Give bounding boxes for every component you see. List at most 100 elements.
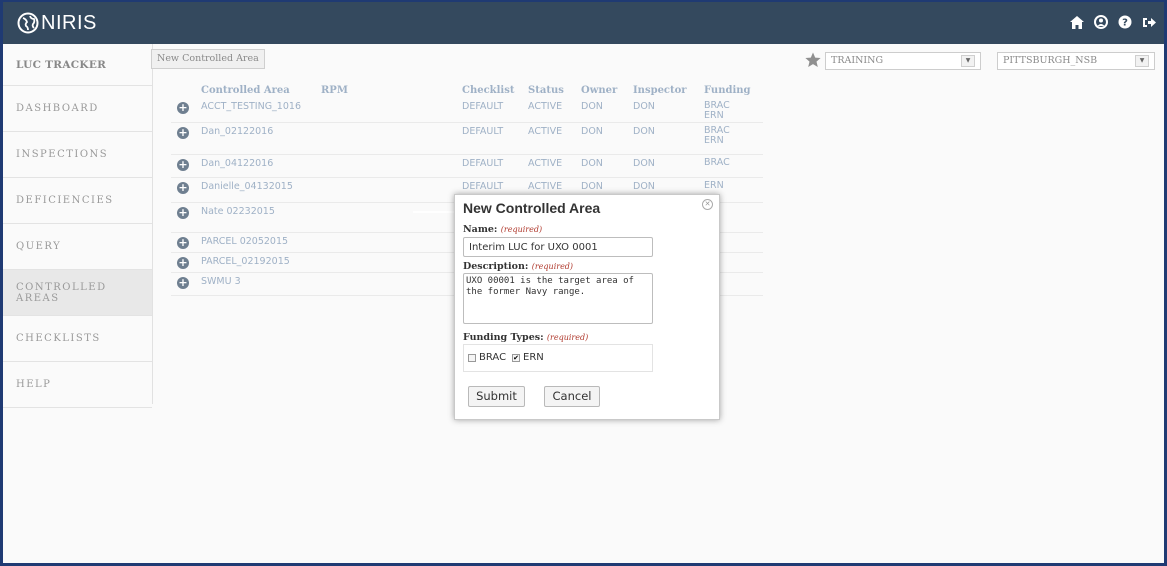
- chevron-down-icon[interactable]: ▼: [961, 55, 975, 67]
- globe-icon: [17, 12, 39, 34]
- name-required-note: (required): [500, 225, 543, 234]
- sidebar-item-query[interactable]: QUERY: [3, 224, 152, 270]
- logout-icon[interactable]: [1141, 14, 1157, 30]
- submit-button[interactable]: Submit: [468, 386, 525, 407]
- funding-required-note: (required): [546, 333, 589, 342]
- funding-value: ERN: [704, 180, 724, 191]
- description-required-note: (required): [531, 262, 574, 271]
- cell-controlled-area[interactable]: Danielle_04132015: [201, 181, 293, 192]
- cell-inspector: DON: [633, 158, 655, 169]
- name-input[interactable]: [463, 237, 653, 257]
- app-frame: NIRIS ? LUC TRACKER DASHBOARD INSPECTION…: [0, 0, 1167, 566]
- cell-funding: BRAC ERN: [704, 126, 730, 146]
- overlay-artifact: [413, 211, 455, 213]
- funding-types-label: Funding Types: (required): [463, 332, 588, 343]
- svg-text:?: ?: [1122, 18, 1128, 29]
- expand-plus-icon[interactable]: +: [177, 237, 189, 249]
- cell-inspector: DON: [633, 181, 655, 192]
- cell-checklist: DEFAULT: [462, 101, 504, 112]
- col-funding[interactable]: Funding: [704, 85, 751, 96]
- cell-controlled-area[interactable]: SWMU 3: [201, 276, 241, 287]
- col-owner[interactable]: Owner: [581, 85, 617, 96]
- program-select-value: TRAINING: [831, 55, 884, 66]
- favorite-star-icon[interactable]: [805, 52, 821, 68]
- name-label-text: Name:: [463, 224, 498, 235]
- col-rpm[interactable]: RPM: [321, 85, 348, 96]
- cell-checklist: DEFAULT: [462, 181, 504, 192]
- cell-controlled-area[interactable]: PARCEL 02052015: [201, 236, 288, 247]
- funding-types-group: BRAC ✔ ERN: [463, 344, 653, 372]
- new-controlled-area-button[interactable]: New Controlled Area: [151, 49, 265, 69]
- ern-checkbox[interactable]: ✔: [512, 354, 520, 362]
- cell-inspector: DON: [633, 101, 655, 112]
- cell-controlled-area[interactable]: Dan_04122016: [201, 158, 273, 169]
- app-title: NIRIS: [41, 11, 97, 34]
- description-label: Description: (required): [463, 261, 573, 272]
- cell-owner: DON: [581, 126, 603, 137]
- cell-funding: ERN: [704, 181, 724, 191]
- sidebar-title[interactable]: LUC TRACKER: [3, 44, 152, 86]
- cell-funding: BRAC ERN: [704, 101, 730, 121]
- expand-plus-icon[interactable]: +: [177, 102, 189, 114]
- expand-plus-icon[interactable]: +: [177, 277, 189, 289]
- user-icon[interactable]: [1093, 14, 1109, 30]
- sidebar-item-help[interactable]: HELP: [3, 362, 152, 408]
- site-select-value: PITTSBURGH_NSB: [1003, 55, 1098, 66]
- funding-types-label-text: Funding Types:: [463, 332, 544, 343]
- sidebar-item-checklists[interactable]: CHECKLISTS: [3, 316, 152, 362]
- cell-checklist: DEFAULT: [462, 126, 504, 137]
- description-label-text: Description:: [463, 261, 529, 272]
- funding-value: BRAC: [704, 157, 730, 168]
- cell-status: ACTIVE: [528, 181, 563, 192]
- brac-label[interactable]: BRAC: [479, 352, 506, 363]
- help-icon[interactable]: ?: [1117, 14, 1133, 30]
- sidebar-item-deficiencies[interactable]: DEFICIENCIES: [3, 178, 152, 224]
- expand-plus-icon[interactable]: +: [177, 207, 189, 219]
- sidebar: LUC TRACKER DASHBOARD INSPECTIONS DEFICI…: [3, 44, 153, 408]
- cancel-button[interactable]: Cancel: [544, 386, 600, 407]
- name-label: Name: (required): [463, 224, 542, 235]
- brac-checkbox[interactable]: [468, 354, 476, 362]
- col-inspector[interactable]: Inspector: [633, 85, 687, 96]
- cell-controlled-area[interactable]: Nate 02232015: [201, 206, 275, 217]
- top-bar: NIRIS ?: [3, 0, 1164, 44]
- table-row[interactable]: + Dan_02122016 DEFAULT ACTIVE DON DON BRAC ERN: [171, 123, 763, 155]
- app-logo[interactable]: NIRIS: [17, 8, 97, 38]
- cell-owner: DON: [581, 181, 603, 192]
- ern-label[interactable]: ERN: [523, 352, 544, 363]
- expand-plus-icon[interactable]: +: [177, 257, 189, 269]
- col-status[interactable]: Status: [528, 85, 564, 96]
- cell-inspector: DON: [633, 126, 655, 137]
- table-row[interactable]: + Dan_04122016 DEFAULT ACTIVE DON DON BRAC: [171, 155, 763, 178]
- expand-plus-icon[interactable]: +: [177, 127, 189, 139]
- col-checklist[interactable]: Checklist: [462, 85, 514, 96]
- cell-owner: DON: [581, 158, 603, 169]
- home-icon[interactable]: [1069, 14, 1085, 30]
- description-input[interactable]: [463, 273, 653, 324]
- sidebar-item-controlled-areas[interactable]: CONTROLLED AREAS: [3, 270, 152, 316]
- cell-controlled-area[interactable]: ACCT_TESTING_1016: [201, 101, 301, 112]
- site-select[interactable]: PITTSBURGH_NSB ▼: [997, 52, 1155, 70]
- cell-status: ACTIVE: [528, 126, 563, 137]
- expand-plus-icon[interactable]: +: [177, 182, 189, 194]
- table-row[interactable]: + ACCT_TESTING_1016 DEFAULT ACTIVE DON DON BRA…: [171, 98, 763, 123]
- col-controlled-area[interactable]: Controlled Area: [201, 85, 290, 96]
- sidebar-item-dashboard[interactable]: DASHBOARD: [3, 86, 152, 132]
- cell-checklist: DEFAULT: [462, 158, 504, 169]
- cell-status: ACTIVE: [528, 158, 563, 169]
- funding-value-secondary: ERN: [704, 135, 724, 146]
- funding-value-secondary: ERN: [704, 110, 724, 121]
- top-icons: ?: [1069, 14, 1157, 30]
- cell-funding: BRAC: [704, 158, 730, 168]
- cell-status: ACTIVE: [528, 101, 563, 112]
- cell-owner: DON: [581, 101, 603, 112]
- cell-controlled-area[interactable]: Dan_02122016: [201, 126, 273, 137]
- chevron-down-icon[interactable]: ▼: [1135, 55, 1149, 67]
- sidebar-item-inspections[interactable]: INSPECTIONS: [3, 132, 152, 178]
- dialog-title: New Controlled Area: [463, 200, 601, 216]
- expand-plus-icon[interactable]: +: [177, 159, 189, 171]
- program-select[interactable]: TRAINING ▼: [825, 52, 981, 70]
- cell-controlled-area[interactable]: PARCEL_02192015: [201, 256, 290, 267]
- table-header: Controlled Area RPM Checklist Status Own…: [171, 85, 763, 98]
- close-icon[interactable]: ✕: [702, 199, 713, 210]
